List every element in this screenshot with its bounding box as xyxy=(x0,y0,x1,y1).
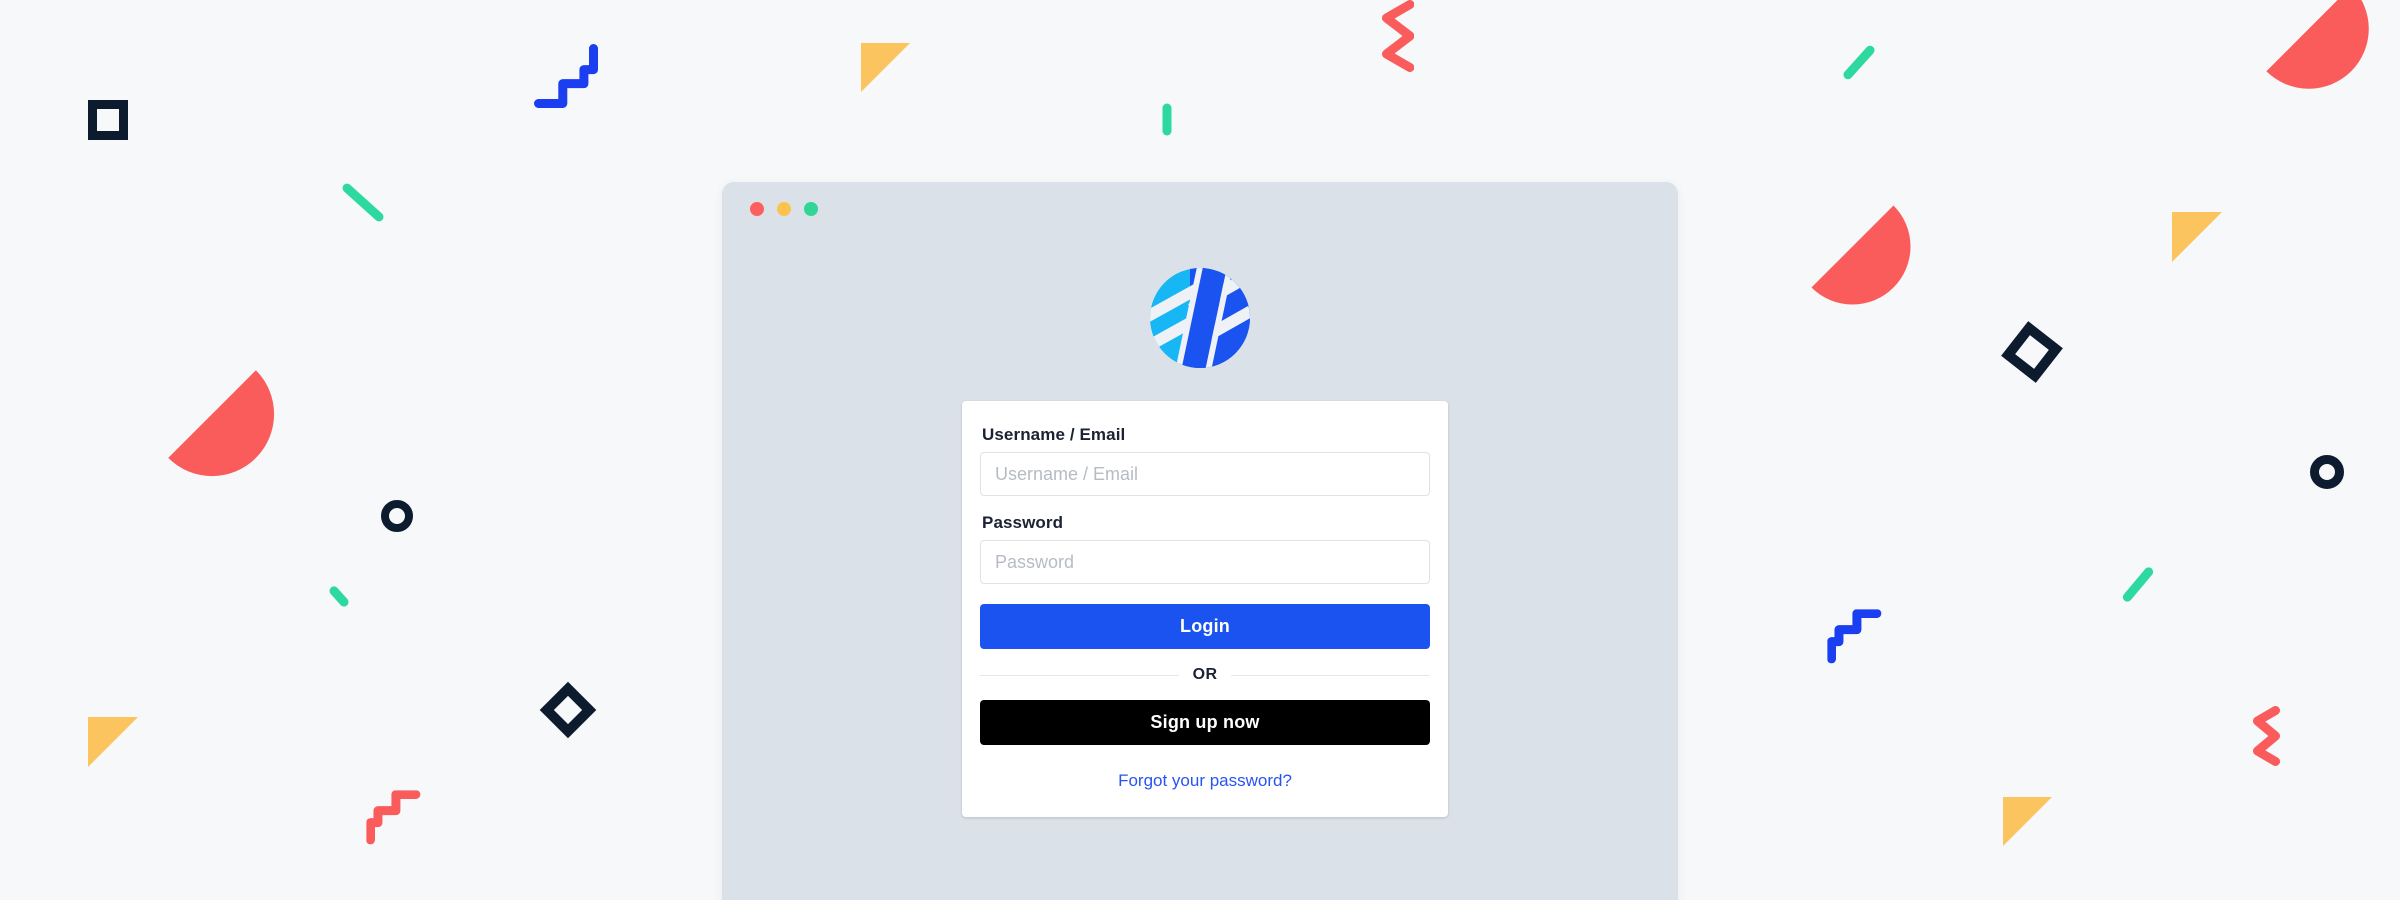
blue-stair-zigzag-2-icon xyxy=(1827,604,1882,664)
yellow-triangle-icon xyxy=(861,43,910,92)
browser-window: Username / Email Password Login OR Sign … xyxy=(722,182,1678,900)
minimize-icon[interactable] xyxy=(777,202,791,216)
login-button[interactable]: Login xyxy=(980,604,1430,649)
green-vertical-line-icon xyxy=(1162,103,1172,136)
green-diagonal-line-2-icon xyxy=(1841,43,1877,82)
username-field-group: Username / Email xyxy=(980,425,1430,496)
diamond-outline-icon xyxy=(539,681,597,739)
diamond-ring-icon xyxy=(2001,321,2063,383)
circle-outline-2-icon xyxy=(2310,455,2344,489)
green-small-line-icon xyxy=(327,584,351,609)
username-label: Username / Email xyxy=(982,425,1126,444)
yellow-triangle-2-icon xyxy=(2172,212,2222,262)
green-diagonal-line-3-icon xyxy=(2121,565,2155,604)
divider-rule-right xyxy=(1231,674,1430,676)
square-outline-icon xyxy=(88,100,128,140)
brand-logo-icon xyxy=(1150,268,1250,368)
maximize-icon[interactable] xyxy=(804,202,818,216)
screen: Username / Email Password Login OR Sign … xyxy=(0,0,2400,900)
close-icon[interactable] xyxy=(750,202,764,216)
red-vertical-zigzag-2-icon xyxy=(2253,706,2280,771)
circle-outline-icon xyxy=(381,500,413,532)
window-titlebar xyxy=(722,182,1678,236)
password-label: Password xyxy=(982,513,1064,532)
yellow-triangle-3-icon xyxy=(88,717,138,767)
password-field-group: Password xyxy=(980,513,1430,584)
divider-rule-left xyxy=(980,674,1179,676)
login-card: Username / Email Password Login OR Sign … xyxy=(962,401,1448,817)
blue-stair-zigzag-icon xyxy=(534,44,598,113)
red-stair-zigzag-icon xyxy=(366,785,421,845)
red-half-disc-3-icon xyxy=(168,370,300,502)
forgot-password-link[interactable]: Forgot your password? xyxy=(980,771,1430,791)
red-half-disc-2-icon xyxy=(1811,205,1935,329)
green-diagonal-line-icon xyxy=(340,181,386,224)
red-half-disc-icon xyxy=(2266,0,2394,114)
signup-button[interactable]: Sign up now xyxy=(980,700,1430,745)
yellow-triangle-4-icon xyxy=(2003,797,2052,846)
username-input[interactable] xyxy=(980,452,1430,496)
divider-label: OR xyxy=(1192,666,1218,683)
password-input[interactable] xyxy=(980,540,1430,584)
red-vertical-zigzag-icon xyxy=(1382,0,1415,77)
or-divider: OR xyxy=(980,666,1430,684)
